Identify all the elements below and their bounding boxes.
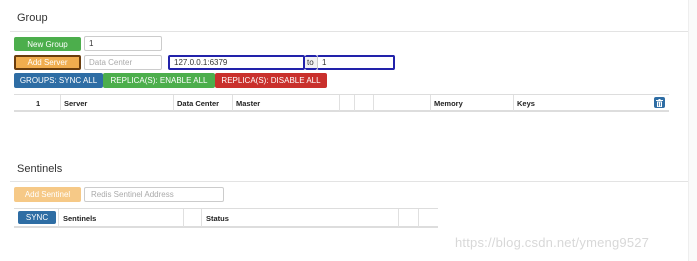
trash-icon[interactable]: [654, 97, 665, 108]
group-divider: [10, 31, 697, 32]
col-divider: [354, 95, 355, 111]
col-master: Master: [236, 98, 261, 108]
col-server: Server: [64, 98, 88, 108]
col-memory: Memory: [434, 98, 463, 108]
col-divider: [513, 95, 514, 111]
col-keys: Keys: [517, 98, 535, 108]
col-data-center: Data Center: [177, 98, 220, 108]
sentinels-section-title: Sentinels: [17, 163, 63, 175]
groups-sync-all-button[interactable]: GROUPS: SYNC ALL: [14, 73, 103, 88]
col-divider: [339, 95, 340, 111]
group-id-input[interactable]: 1: [84, 36, 162, 51]
col-divider: [430, 95, 431, 111]
replicas-disable-all-button[interactable]: REPLICA(S): DISABLE ALL: [215, 73, 327, 88]
col-divider: [201, 209, 202, 227]
col-divider: [232, 95, 233, 111]
trash-glyph: [656, 98, 663, 107]
col-divider: [58, 209, 59, 227]
add-server-button[interactable]: Add Server: [14, 55, 81, 70]
target-group-input[interactable]: 1: [317, 55, 395, 70]
new-group-button[interactable]: New Group: [14, 37, 81, 51]
col-divider: [183, 209, 184, 227]
watermark-text: https://blog.csdn.net/ymeng9527: [455, 235, 650, 250]
col-sentinels: Sentinels: [63, 213, 97, 223]
group-id-cell: 1: [36, 98, 41, 108]
col-divider: [173, 95, 174, 111]
sentinels-divider: [10, 181, 697, 182]
col-divider: [418, 209, 419, 227]
replicas-enable-all-button[interactable]: REPLICA(S): ENABLE ALL: [103, 73, 215, 88]
group-table-header: [14, 94, 669, 112]
server-address-input[interactable]: 127.0.0.1:6379: [168, 55, 305, 70]
to-label: to: [305, 55, 317, 70]
col-divider: [398, 209, 399, 227]
group-section-title: Group: [17, 12, 48, 24]
scrollbar-track[interactable]: [688, 0, 697, 261]
add-sentinel-button[interactable]: Add Sentinel: [14, 187, 81, 202]
col-status: Status: [206, 213, 229, 223]
col-divider: [60, 95, 61, 111]
col-divider: [373, 95, 374, 111]
data-center-input[interactable]: Data Center: [84, 55, 162, 70]
sentinel-address-input[interactable]: Redis Sentinel Address: [84, 187, 224, 202]
sentinels-sync-button[interactable]: SYNC: [18, 211, 56, 224]
